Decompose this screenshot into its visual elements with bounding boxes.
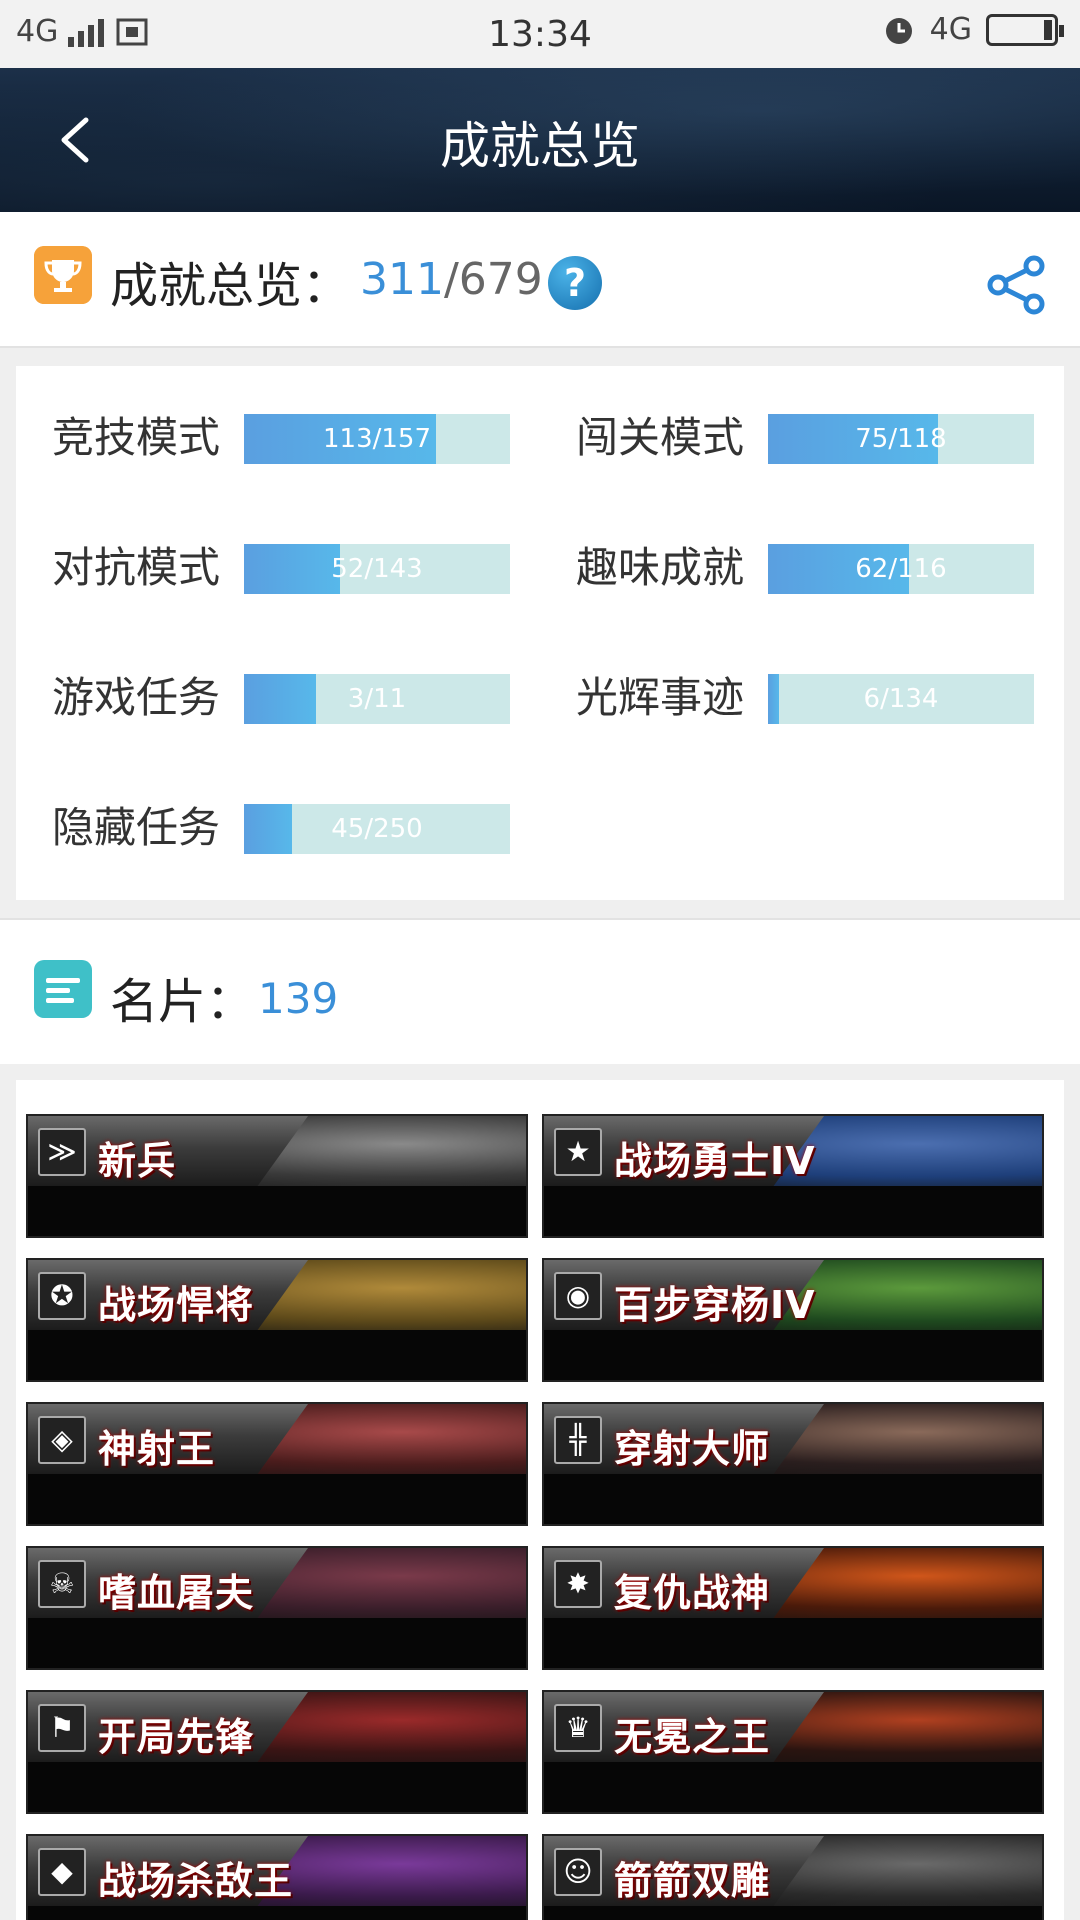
category-label: 光辉事迹 — [576, 673, 745, 722]
name-card[interactable]: ◈ 神射王 — [26, 1402, 528, 1526]
rank-badge-icon: ◆ — [38, 1848, 86, 1896]
rank-badge-icon: ✸ — [554, 1560, 602, 1608]
rank-badge-icon: ♛ — [554, 1704, 602, 1752]
category-stage[interactable]: 闯关模式 75/118 — [576, 412, 1036, 464]
progress-bar: 75/118 — [768, 414, 1034, 464]
progress-text: 62/116 — [855, 554, 947, 584]
rank-badge-icon: ╬ — [554, 1416, 602, 1464]
rank-badge-icon: ⚑ — [38, 1704, 86, 1752]
name-card[interactable]: ✸ 复仇战神 — [542, 1546, 1044, 1670]
category-game-task[interactable]: 游戏任务 3/11 — [52, 672, 512, 724]
name-card[interactable]: ☠ 嗜血屠夫 — [26, 1546, 528, 1670]
name-card-footer — [544, 1186, 1042, 1236]
rank-badge-icon: ≫ — [38, 1128, 86, 1176]
name-card[interactable]: ✪ 战场悍将 — [26, 1258, 528, 1382]
name-cards-grid: ≫ 新兵 ★ 战场勇士IV ✪ 战场悍将 ◉ 百步穿杨IV ◈ 神射王 ╬ 穿射大师 ☠ 嗜血屠夫 ✸ 复仇战… — [16, 1080, 1064, 1920]
progress-text: 6/134 — [863, 684, 939, 714]
name-card-title: 穿射大师 — [614, 1427, 771, 1471]
name-card-footer — [544, 1618, 1042, 1668]
progress-text: 52/143 — [331, 554, 423, 584]
category-progress-panel: 竞技模式 113/157 闯关模式 75/118 对抗模式 52/143 趣味成… — [16, 366, 1064, 900]
share-icon[interactable] — [984, 252, 1050, 318]
help-icon[interactable]: ? — [548, 256, 602, 310]
name-card-title: 战场勇士IV — [614, 1139, 816, 1183]
rank-badge-icon: ◉ — [554, 1272, 602, 1320]
achievement-summary: 成就总览： 311/679 ? — [0, 212, 1080, 348]
name-cards-label: 名片： — [110, 974, 255, 1030]
category-label: 隐藏任务 — [52, 803, 221, 852]
name-card-footer — [28, 1330, 526, 1380]
name-card[interactable]: ╬ 穿射大师 — [542, 1402, 1044, 1526]
progress-bar: 52/143 — [244, 544, 510, 594]
status-right: 4G — [882, 12, 1064, 47]
name-card-title: 战场杀敌王 — [98, 1859, 294, 1903]
status-bar: 4G 13:34 4G — [0, 0, 1080, 68]
achieved-count: 311 — [360, 254, 444, 305]
name-card[interactable]: ☺ 箭箭双雕 — [542, 1834, 1044, 1920]
name-card-footer — [28, 1186, 526, 1236]
progress-text: 113/157 — [322, 424, 431, 454]
rank-badge-icon: ☺ — [554, 1848, 602, 1896]
total-count: /679 — [443, 254, 543, 305]
rank-badge-icon: ◈ — [38, 1416, 86, 1464]
category-label: 对抗模式 — [52, 543, 221, 592]
name-card-title: 神射王 — [98, 1427, 216, 1471]
rank-badge-icon: ✪ — [38, 1272, 86, 1320]
name-card[interactable]: ◆ 战场杀敌王 — [26, 1834, 528, 1920]
name-card[interactable]: ≫ 新兵 — [26, 1114, 528, 1238]
progress-bar: 62/116 — [768, 544, 1034, 594]
page-title: 成就总览 — [440, 117, 640, 175]
name-card-title: 箭箭双雕 — [614, 1859, 771, 1903]
name-card-footer — [28, 1762, 526, 1812]
category-label: 闯关模式 — [576, 413, 745, 462]
name-card-footer — [544, 1330, 1042, 1380]
progress-text: 75/118 — [855, 424, 947, 454]
summary-label: 成就总览： — [110, 258, 351, 314]
name-card-footer — [544, 1474, 1042, 1524]
battery-icon — [986, 13, 1064, 46]
name-cards-header: 名片： 139 — [0, 918, 1080, 1064]
category-fun[interactable]: 趣味成就 62/116 — [576, 542, 1036, 594]
name-card-footer — [28, 1906, 526, 1920]
category-hidden[interactable]: 隐藏任务 45/250 — [52, 802, 512, 854]
summary-count: 311/679 — [360, 254, 543, 305]
category-competitive[interactable]: 竞技模式 113/157 — [52, 412, 512, 464]
name-card[interactable]: ♛ 无冕之王 — [542, 1690, 1044, 1814]
name-card-footer — [544, 1762, 1042, 1812]
name-card-footer — [28, 1618, 526, 1668]
name-card[interactable]: ★ 战场勇士IV — [542, 1114, 1044, 1238]
category-glory[interactable]: 光辉事迹 6/134 — [576, 672, 1036, 724]
name-card-footer — [28, 1474, 526, 1524]
category-versus[interactable]: 对抗模式 52/143 — [52, 542, 512, 594]
rank-badge-icon: ☠ — [38, 1560, 86, 1608]
rank-badge-icon: ★ — [554, 1128, 602, 1176]
progress-bar: 3/11 — [244, 674, 510, 724]
progress-bar: 6/134 — [768, 674, 1034, 724]
progress-bar: 113/157 — [244, 414, 510, 464]
name-card[interactable]: ◉ 百步穿杨IV — [542, 1258, 1044, 1382]
name-card-icon — [34, 960, 92, 1018]
progress-text: 3/11 — [347, 684, 407, 714]
category-label: 趣味成就 — [576, 543, 745, 592]
network-type-right: 4G — [929, 12, 972, 47]
name-card-title: 新兵 — [98, 1139, 177, 1183]
alarm-icon — [885, 17, 912, 44]
name-card-title: 战场悍将 — [98, 1283, 255, 1327]
name-card[interactable]: ⚑ 开局先锋 — [26, 1690, 528, 1814]
progress-bar: 45/250 — [244, 804, 510, 854]
name-card-title: 复仇战神 — [614, 1571, 771, 1615]
progress-text: 45/250 — [331, 814, 423, 844]
name-card-title: 百步穿杨IV — [614, 1283, 816, 1327]
category-label: 竞技模式 — [52, 413, 221, 462]
category-label: 游戏任务 — [52, 673, 221, 722]
name-cards-count: 139 — [258, 974, 339, 1023]
name-card-title: 无冕之王 — [614, 1715, 771, 1759]
trophy-icon — [34, 246, 92, 304]
app-header: 成就总览 — [0, 68, 1080, 212]
name-card-title: 开局先锋 — [98, 1715, 255, 1759]
name-card-footer — [544, 1906, 1042, 1920]
name-card-title: 嗜血屠夫 — [98, 1571, 255, 1615]
